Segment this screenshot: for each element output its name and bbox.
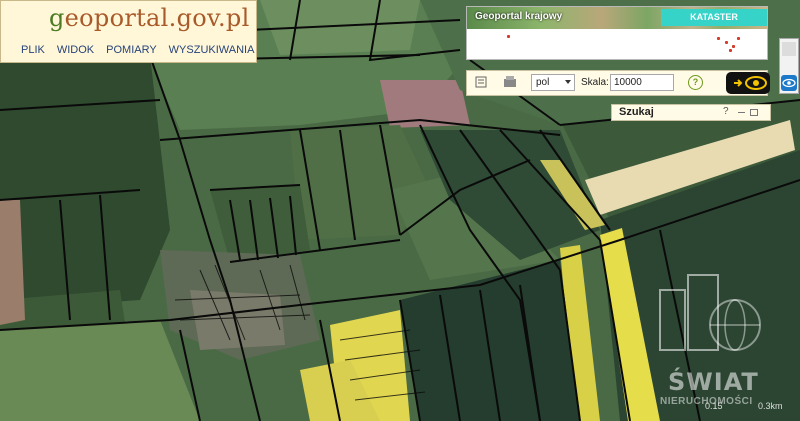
maximize-icon[interactable] bbox=[750, 109, 758, 116]
tab-kataster[interactable]: KATASTER bbox=[661, 9, 767, 26]
side-button-tools[interactable] bbox=[782, 42, 796, 56]
geoportal-logo[interactable]: geoportal.gov.pl bbox=[49, 4, 250, 32]
map-toolbar: pol Skala: ? bbox=[466, 70, 768, 96]
menu-item-wyszukiwania[interactable]: WYSZUKIWANIA bbox=[169, 44, 255, 56]
scale-label: Skala: bbox=[581, 77, 609, 88]
scalebar-right-label: 0.3km bbox=[758, 401, 783, 411]
watermark-logo bbox=[659, 274, 761, 351]
menu-item-plik[interactable]: PLIK bbox=[21, 44, 45, 56]
eye-icon bbox=[734, 76, 767, 90]
watermark-title: ŚWIAT bbox=[668, 368, 759, 396]
language-select[interactable]: pol bbox=[531, 74, 575, 91]
map-layers-icon[interactable] bbox=[503, 75, 517, 89]
logo-menu-panel: geoportal.gov.pl PLIK WIDOK POMIARY WYSZ… bbox=[0, 0, 257, 63]
scalebar-mid-label: 0.15 bbox=[705, 401, 723, 411]
side-toolbar bbox=[779, 38, 799, 94]
print-icon[interactable] bbox=[474, 75, 488, 89]
banner-title[interactable]: Geoportal krajowy bbox=[475, 11, 562, 22]
search-panel[interactable]: Szukaj ? bbox=[611, 104, 771, 121]
minimize-icon[interactable] bbox=[738, 112, 745, 113]
layer-banner: Geoportal krajowy KATASTER bbox=[466, 6, 768, 60]
main-menu: PLIK WIDOK POMIARY WYSZUKIWANIA bbox=[21, 44, 266, 56]
language-value: pol bbox=[536, 77, 550, 88]
menu-item-widok[interactable]: WIDOK bbox=[57, 44, 94, 56]
view-eye-icon bbox=[782, 78, 796, 88]
logo-prefix: g bbox=[49, 4, 65, 32]
scale-input[interactable] bbox=[610, 74, 674, 91]
preview-toggle-button[interactable] bbox=[726, 72, 770, 94]
side-button-view[interactable] bbox=[781, 75, 797, 91]
help-icon[interactable]: ? bbox=[688, 75, 703, 90]
chevron-down-icon bbox=[565, 80, 571, 84]
logo-text: eoportal.gov.pl bbox=[64, 4, 250, 32]
search-title: Szukaj bbox=[619, 106, 654, 118]
menu-item-pomiary[interactable]: POMIARY bbox=[106, 44, 157, 56]
search-help-icon[interactable]: ? bbox=[723, 106, 729, 117]
